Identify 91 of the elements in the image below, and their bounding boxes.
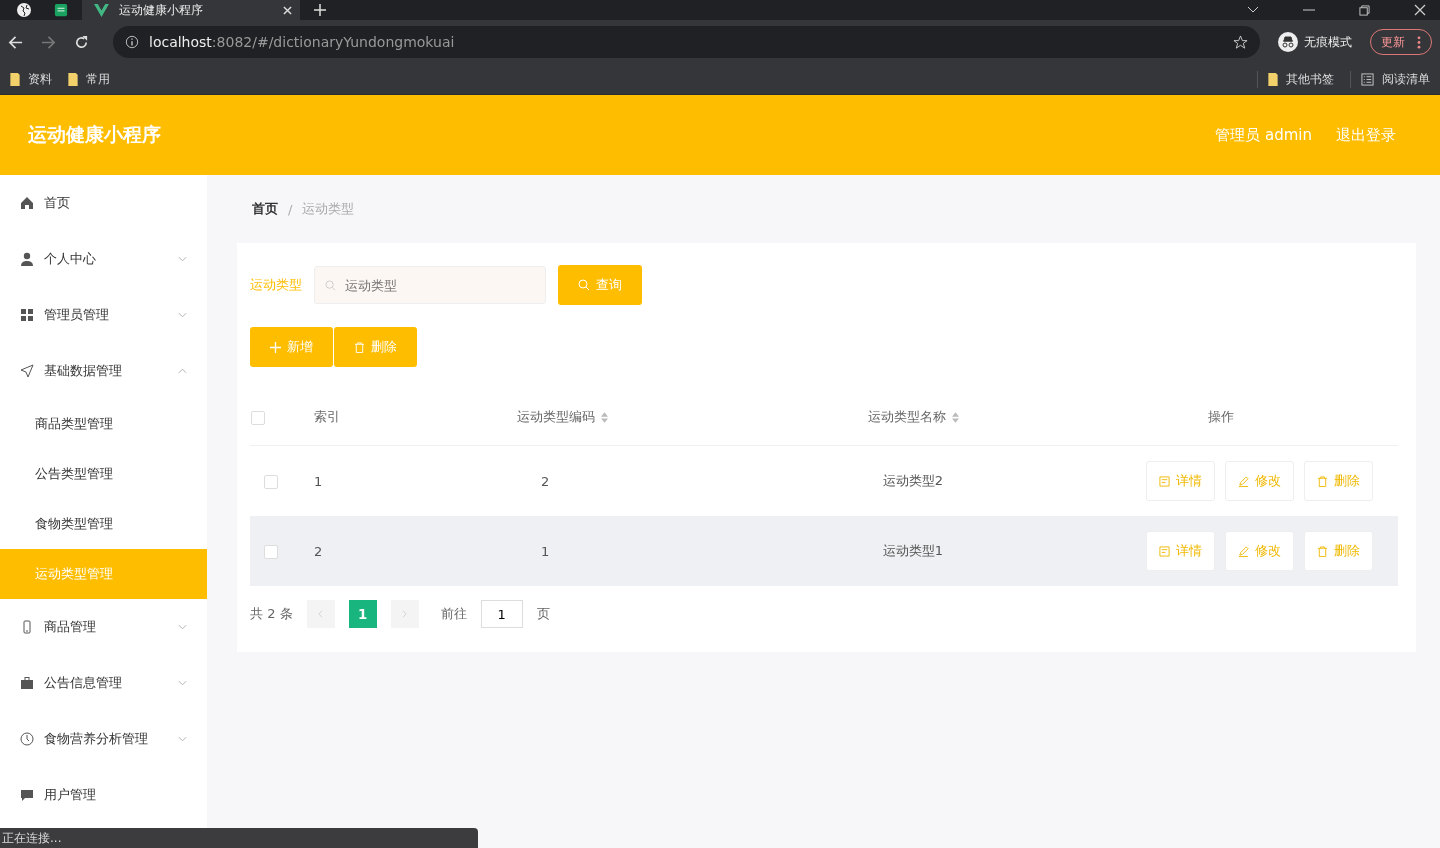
chevron-right-icon [402, 610, 408, 618]
chevron-down-icon[interactable] [1247, 6, 1259, 14]
select-all-checkbox[interactable] [251, 410, 265, 425]
chat-icon [20, 788, 34, 802]
menu-item[interactable]: 管理员管理 [0, 287, 207, 343]
table-cell: 2 [541, 473, 550, 489]
sort-icon [951, 411, 959, 423]
bookmark[interactable]: 常用 [68, 70, 110, 88]
trash-icon [1317, 475, 1328, 487]
breadcrumb-item[interactable]: 首页 [252, 200, 278, 218]
chevron-icon [178, 256, 187, 262]
bookmark[interactable]: 资料 [10, 70, 52, 88]
menu-item[interactable]: 商品管理 [0, 599, 207, 655]
column-header[interactable]: 运动类型名称 [867, 408, 959, 426]
column-header: 索引 [314, 408, 340, 426]
v-logo-icon [94, 3, 109, 17]
bookmark[interactable]: 阅读清单 [1350, 70, 1430, 88]
goto-label: 前往 [440, 605, 467, 623]
page-input[interactable]: 1 [480, 600, 523, 628]
menu-item[interactable]: 基础数据管理 [0, 343, 207, 399]
chevron-icon [178, 736, 187, 742]
total-count: 共 2 条 [250, 605, 293, 623]
menu-item[interactable]: 用户管理 [0, 767, 207, 823]
document-icon [1159, 545, 1170, 557]
incognito-icon [1278, 32, 1298, 52]
phone-icon [20, 620, 34, 634]
restore-icon[interactable] [1359, 4, 1370, 16]
chevron-icon [178, 680, 187, 686]
sheet-icon[interactable] [54, 3, 68, 17]
table-cell: 运动类型1 [882, 543, 944, 558]
send-icon [20, 364, 34, 378]
column-header[interactable]: 运动类型编码 [517, 408, 608, 426]
user-icon [20, 252, 34, 266]
clock-icon [20, 732, 34, 746]
submenu-item[interactable]: 食物类型管理 [0, 499, 207, 549]
bookmark[interactable]: 其他书签 [1257, 70, 1334, 88]
url-text: localhost:8082/#/dictionaryYundongmokuai [149, 34, 455, 50]
user-label: 管理员 admin [1215, 125, 1312, 145]
trash-icon [354, 341, 365, 353]
globe-icon[interactable] [16, 2, 32, 18]
status-bar: 正在连接... [0, 828, 478, 848]
menu-item[interactable]: 公告信息管理 [0, 655, 207, 711]
new-tab-icon[interactable] [314, 4, 326, 16]
folder-icon [68, 72, 78, 86]
menu-item[interactable]: 食物营养分析管理 [0, 711, 207, 767]
app-title: 运动健康小程序 [28, 122, 161, 147]
row-checkbox[interactable] [264, 474, 278, 489]
back-icon[interactable] [8, 34, 23, 50]
row-checkbox[interactable] [264, 544, 278, 559]
submenu-item[interactable]: 商品类型管理 [0, 399, 207, 449]
more-icon [1417, 35, 1421, 49]
column-header: 操作 [1208, 408, 1234, 426]
chevron-icon [178, 624, 187, 630]
chevron-icon [178, 368, 187, 374]
trash-icon [1317, 545, 1328, 557]
folder-icon [10, 72, 20, 86]
info-icon [125, 35, 139, 49]
page-unit-label: 页 [536, 605, 550, 623]
table-cell: 1 [314, 473, 323, 489]
search-label: 运动类型 [250, 276, 302, 294]
table-cell: 2 [314, 543, 323, 559]
pencil-icon [1238, 545, 1249, 557]
folder-icon [1268, 72, 1278, 86]
submenu-item[interactable]: 公告类型管理 [0, 449, 207, 499]
document-icon [1159, 475, 1170, 487]
chevron-icon [178, 312, 187, 318]
home-icon [20, 196, 34, 210]
chevron-left-icon [318, 610, 324, 618]
menu-item[interactable]: 个人中心 [0, 231, 207, 287]
close-icon[interactable] [1414, 4, 1426, 16]
browser-tab[interactable]: 运动健康小程序 [82, 0, 300, 20]
table-cell: 1 [541, 543, 550, 559]
briefcase-icon [20, 676, 34, 690]
plus-icon [270, 341, 281, 353]
table-cell: 运动类型2 [882, 473, 944, 488]
search-icon [325, 280, 336, 291]
search-field[interactable]: 运动类型 [314, 266, 546, 304]
grid-icon [20, 308, 34, 322]
breadcrumb-item: 运动类型 [302, 200, 355, 218]
incognito-chip[interactable]: 无痕模式 [1278, 32, 1352, 52]
sort-icon [601, 411, 608, 423]
list-icon [1361, 72, 1374, 86]
star-icon[interactable] [1233, 34, 1248, 50]
reload-icon[interactable] [74, 34, 89, 50]
pencil-icon [1238, 475, 1249, 487]
search-icon [578, 279, 590, 291]
forward-icon[interactable] [41, 34, 56, 50]
address-bar[interactable]: localhost:8082/#/dictionaryYundongmokuai [113, 26, 1260, 58]
breadcrumb-separator: / [288, 201, 293, 217]
menu-item[interactable]: 首页 [0, 175, 207, 231]
close-icon[interactable] [283, 5, 292, 15]
